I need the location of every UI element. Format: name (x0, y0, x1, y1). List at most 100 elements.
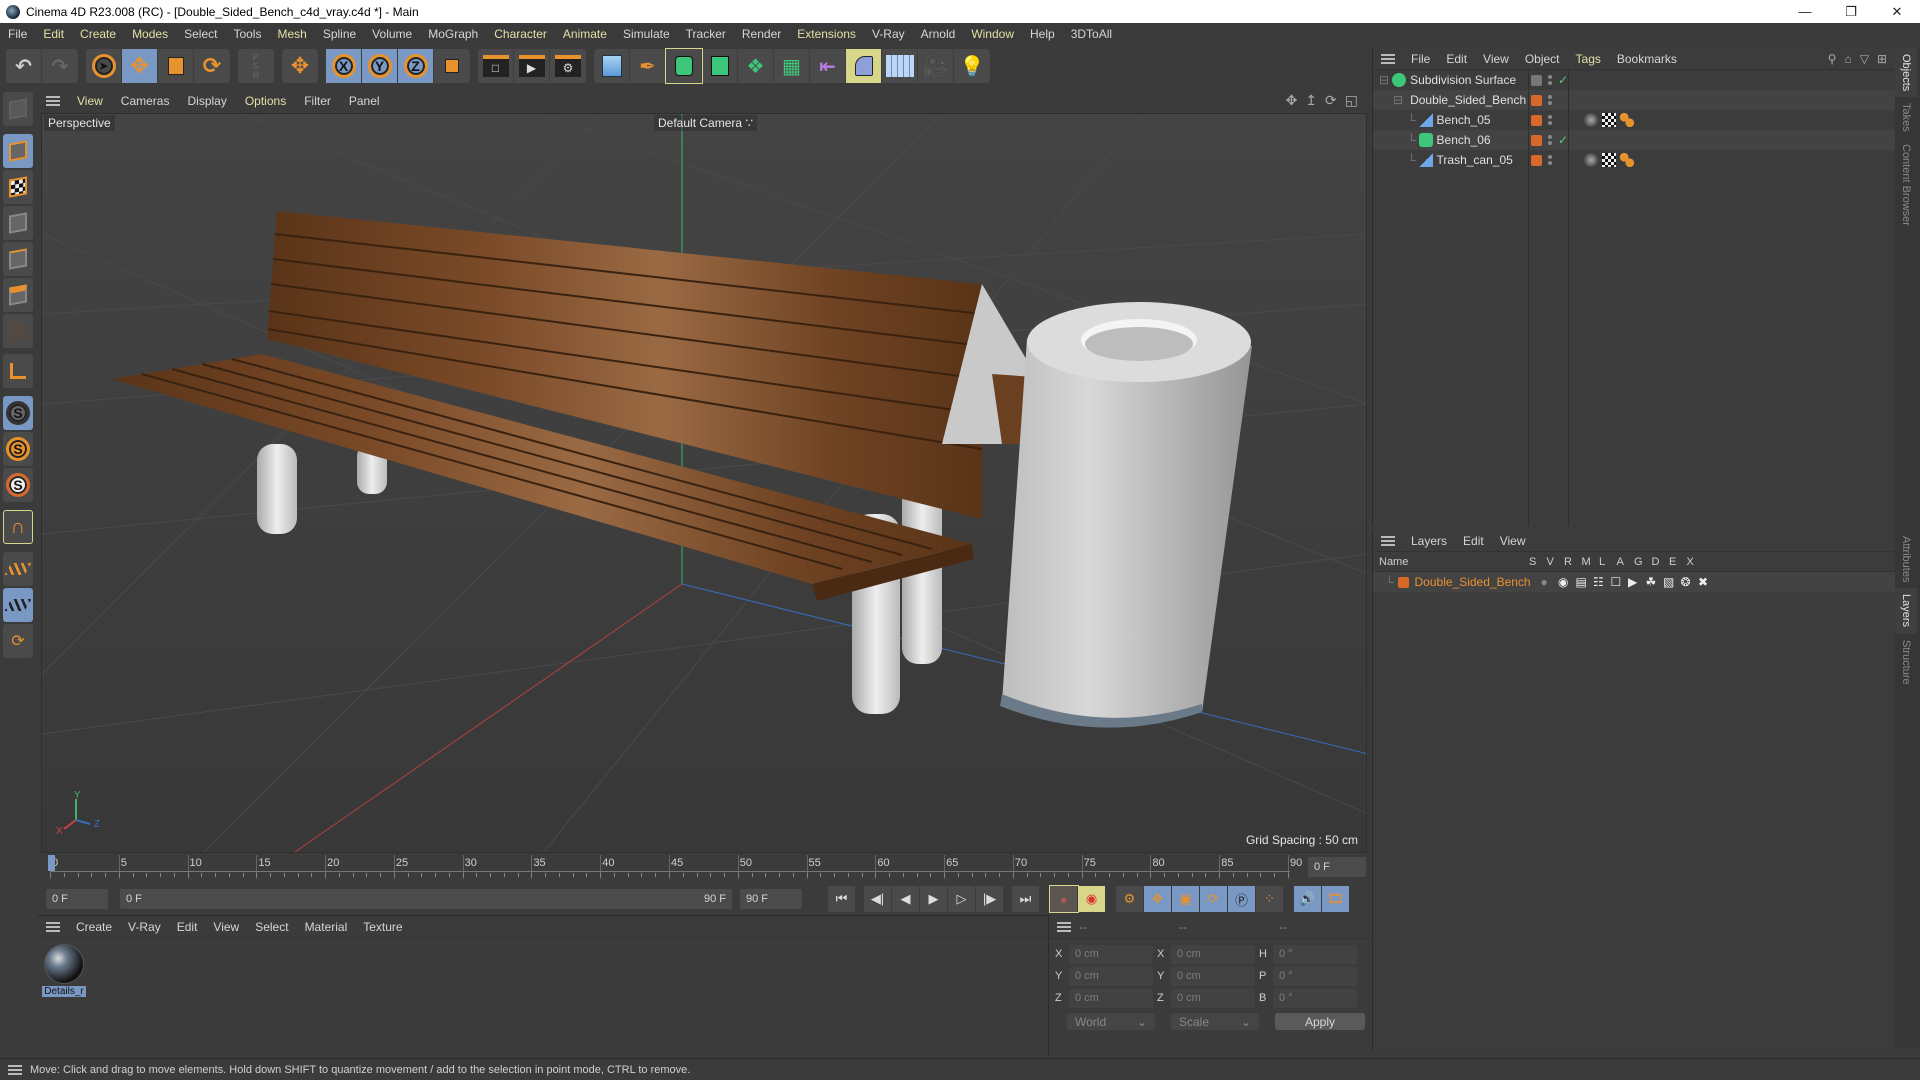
menu-select[interactable]: Select (176, 27, 225, 41)
pan-icon[interactable]: ✥ (1286, 92, 1298, 109)
polygons-mode-button[interactable] (3, 278, 33, 312)
key-scale-button[interactable]: ▣ (1172, 886, 1200, 912)
mograph-button[interactable]: ▦ (774, 49, 810, 83)
menu-3dtoall[interactable]: 3DToAll (1063, 27, 1120, 41)
key-pla-button[interactable]: ⁘ (1256, 886, 1284, 912)
menu-file[interactable]: File (0, 27, 35, 41)
new-window-icon[interactable]: ⊞ (1877, 52, 1887, 66)
deformer-button[interactable]: ⇤ (810, 49, 846, 83)
restore-button[interactable]: ❐ (1828, 0, 1874, 23)
material-menu-select[interactable]: Select (247, 920, 296, 934)
menu-v-ray[interactable]: V-Ray (864, 27, 913, 41)
points-mode-button[interactable] (3, 206, 33, 240)
minimize-button[interactable]: — (1782, 0, 1828, 23)
menu-render[interactable]: Render (734, 27, 789, 41)
floor-button[interactable] (882, 49, 918, 83)
coordinate-space-dropdown[interactable]: World ⌄ (1067, 1013, 1155, 1030)
menu-mesh[interactable]: Mesh (269, 27, 314, 41)
sound-button[interactable]: 🔊 (1294, 886, 1322, 912)
layer-column-name[interactable]: Name (1373, 556, 1529, 568)
generators-icon[interactable]: ☘ (1646, 575, 1664, 589)
rotate-tool-button[interactable]: ⟳ (194, 49, 230, 83)
make-editable-button[interactable] (3, 92, 33, 126)
bend-button[interactable] (846, 49, 882, 83)
material-menu-view[interactable]: View (205, 920, 247, 934)
camera-label[interactable]: Default Camera ∵ (654, 115, 758, 131)
pen-button[interactable]: ✒ (630, 49, 666, 83)
object-menu-object[interactable]: Object (1517, 52, 1568, 66)
coordinate-mode-dropdown[interactable]: Scale ⌄ (1171, 1013, 1259, 1030)
layer-color-swatch[interactable] (1531, 134, 1542, 146)
rotation-h-field[interactable]: 0 ° (1273, 944, 1357, 964)
visibility-dots[interactable] (1548, 115, 1552, 125)
enabled-check-icon[interactable]: ✓ (1558, 133, 1568, 147)
layer-color-swatch[interactable] (1531, 94, 1542, 106)
object-row[interactable]: └ Bench_05 (1373, 110, 1895, 130)
material-menu-texture[interactable]: Texture (355, 920, 410, 934)
solo-icon[interactable]: ● (1541, 575, 1559, 589)
timeline-button[interactable]: 🎞 (1322, 886, 1350, 912)
position-x-field[interactable]: 0 cm (1069, 944, 1153, 964)
menu-extensions[interactable]: Extensions (789, 27, 864, 41)
viewport-menu-filter[interactable]: Filter (295, 94, 340, 108)
uv-mode-button[interactable] (3, 314, 33, 348)
select-tool-button[interactable]: ➤ (86, 49, 122, 83)
go-to-start-button[interactable]: ⏮ (828, 886, 856, 912)
side-tab-content-browser[interactable]: Content Browser (1895, 138, 1917, 232)
menu-modes[interactable]: Modes (124, 27, 176, 41)
frame-range-slider[interactable]: 0 F 90 F (120, 889, 732, 909)
camera-button[interactable]: 🎥 (918, 49, 954, 83)
edges-mode-button[interactable] (3, 242, 33, 276)
object-row[interactable]: └ Bench_06 ✓ (1373, 130, 1895, 150)
viewport-menu-panel[interactable]: Panel (340, 94, 389, 108)
side-tab-attributes[interactable]: Attributes (1895, 530, 1917, 588)
viewport-menu-display[interactable]: Display (178, 94, 235, 108)
material-menu-vray[interactable]: V-Ray (120, 920, 169, 934)
layer-column-e[interactable]: E (1669, 556, 1687, 568)
menu-volume[interactable]: Volume (364, 27, 420, 41)
menu-edit[interactable]: Edit (35, 27, 72, 41)
layer-menu-layers[interactable]: Layers (1403, 534, 1455, 548)
transform-button[interactable]: ✥ (282, 49, 318, 83)
filter-icon[interactable]: ▽ (1860, 52, 1869, 66)
scale-x-field[interactable]: 0 cm (1171, 944, 1255, 964)
previous-key-button[interactable]: ◀| (864, 886, 892, 912)
scale-tool-button[interactable] (158, 49, 194, 83)
material-swatch[interactable]: Details_r (42, 944, 86, 997)
layer-column-g[interactable]: G (1634, 556, 1652, 568)
menu-animate[interactable]: Animate (555, 27, 615, 41)
sculpt-button[interactable]: S (3, 468, 33, 502)
enabled-check-icon[interactable]: ✓ (1558, 73, 1568, 87)
snap-settings-button[interactable]: S (3, 432, 33, 466)
layer-column-d[interactable]: D (1652, 556, 1670, 568)
scale-z-field[interactable]: 0 cm (1171, 988, 1255, 1008)
key-parameter-button[interactable]: Ⓟ (1228, 886, 1256, 912)
layer-column-m[interactable]: M (1582, 556, 1600, 568)
visibility-dots[interactable] (1548, 75, 1552, 85)
animation-icon[interactable]: ▶ (1628, 575, 1646, 589)
visibility-dots[interactable] (1548, 135, 1552, 145)
maximize-view-icon[interactable]: ◱ (1345, 92, 1358, 109)
position-y-field[interactable]: 0 cm (1069, 966, 1153, 986)
phong-tag-icon[interactable] (1620, 153, 1634, 167)
model-mode-button[interactable] (3, 134, 33, 168)
render-view-button[interactable]: ▶ (514, 49, 550, 83)
object-manager-menu-icon[interactable] (1381, 53, 1395, 64)
y-axis-lock-button[interactable]: Y (362, 49, 398, 83)
side-tab-objects[interactable]: Objects (1895, 48, 1917, 98)
position-z-field[interactable]: 0 cm (1069, 988, 1153, 1008)
viewport-menu-options[interactable]: Options (236, 94, 295, 108)
previous-frame-button[interactable]: ◀ (892, 886, 920, 912)
render-region-button[interactable]: □ (478, 49, 514, 83)
timeline-ruler[interactable]: 0 5 10 15 20 25 30 35 40 45 50 55 60 65 70 75 80 85 90 0 F (38, 853, 1372, 881)
status-menu-icon[interactable] (8, 1064, 22, 1075)
layer-column-r[interactable]: R (1564, 556, 1582, 568)
layer-manager-menu-icon[interactable] (1381, 535, 1395, 546)
side-tab-structure[interactable]: Structure (1895, 634, 1917, 691)
visible-icon[interactable]: ◉ (1558, 575, 1576, 589)
subdivision-surface-button[interactable] (665, 48, 703, 84)
next-key-button[interactable]: |▶ (976, 886, 1004, 912)
layer-menu-view[interactable]: View (1492, 534, 1534, 548)
keyframe-selection-button[interactable]: ⚙ (1116, 886, 1144, 912)
key-rotation-button[interactable]: ⟳ (1200, 886, 1228, 912)
